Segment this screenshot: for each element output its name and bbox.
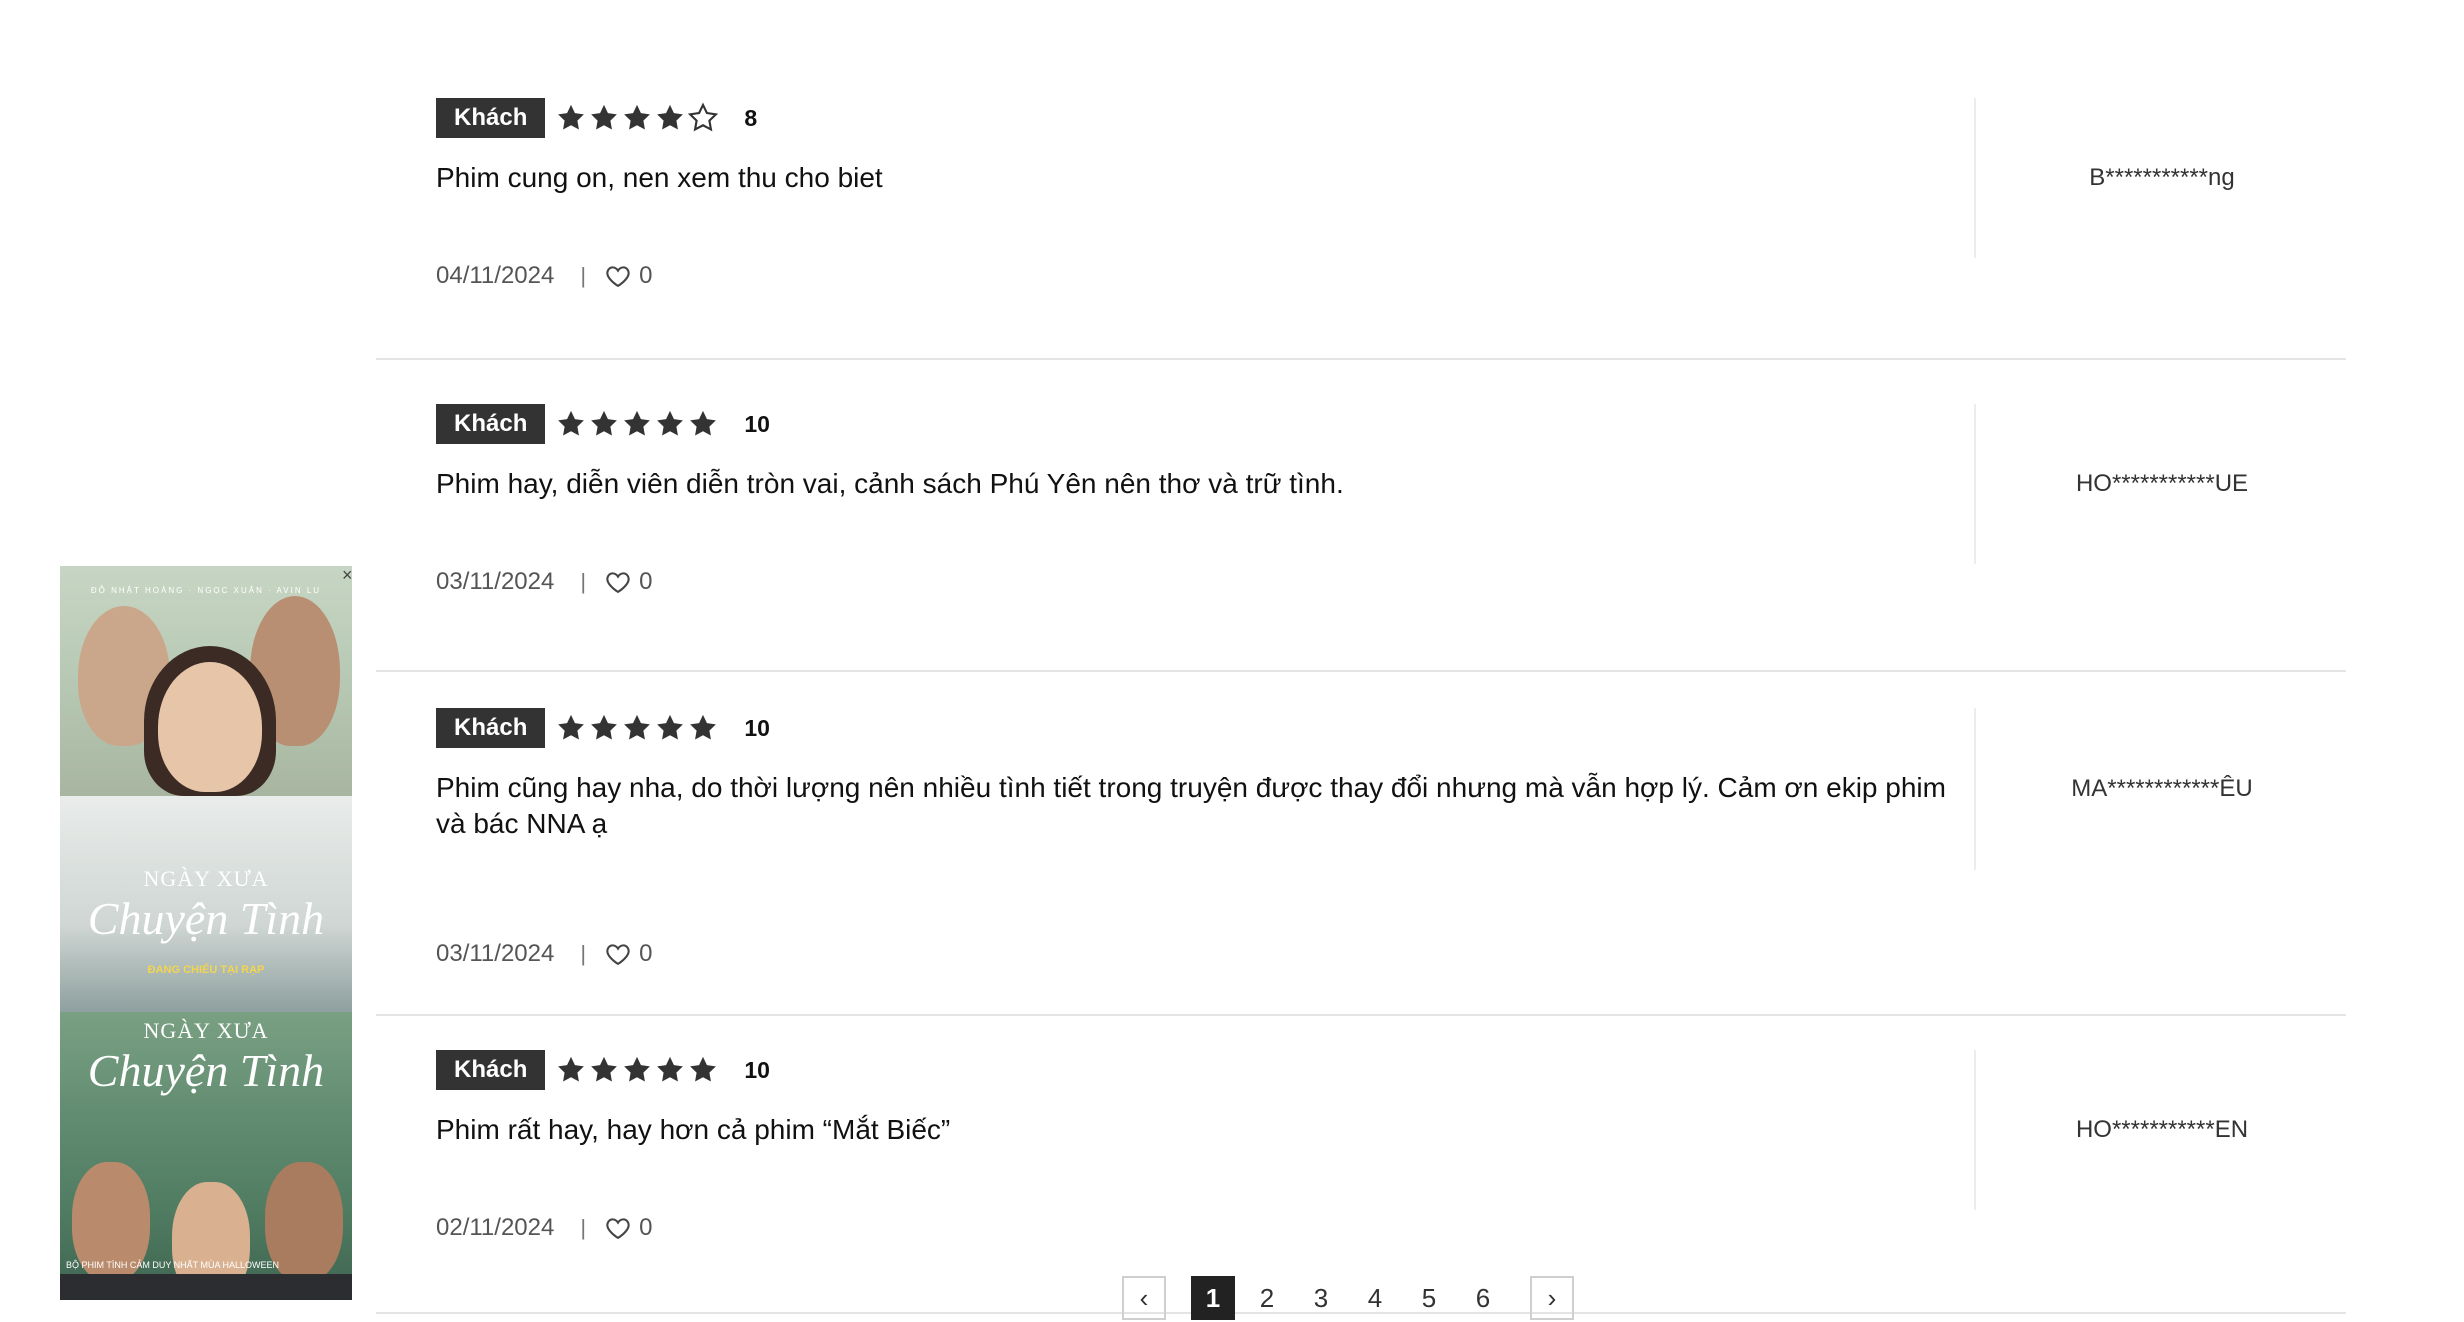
review-date: 02/11/2024 <box>436 1214 555 1241</box>
heart-icon <box>604 568 639 596</box>
star-filled-icon <box>555 102 587 134</box>
reviewer-name: HO***********UE <box>1974 404 2348 564</box>
poster-title-script: Chuyện Tình <box>87 893 325 944</box>
poster-title: NGÀY XƯA Chuyện Tình <box>60 1018 352 1094</box>
poster-actress-face <box>158 662 262 792</box>
next-page-button[interactable]: › <box>1530 1276 1574 1320</box>
poster-title-script: Chuyện Tình <box>87 1045 325 1096</box>
like-button[interactable]: 0 <box>604 940 652 968</box>
page-number-list: 123456 <box>1186 1276 1510 1320</box>
star-filled-icon <box>588 102 620 134</box>
star-filled-icon <box>588 712 620 744</box>
review-meta: 02/11/2024 | 0 <box>436 1214 652 1242</box>
like-button[interactable]: 0 <box>604 568 652 596</box>
review-meta: 03/11/2024 | 0 <box>436 568 652 596</box>
star-empty-icon <box>687 102 719 134</box>
review-header: Khách 10 <box>436 404 770 444</box>
side-poster-banner[interactable]: ĐỖ NHẬT HOÀNG · NGỌC XUÂN · AVIN LU NGÀY… <box>60 566 352 1300</box>
rating-score: 10 <box>744 1056 770 1083</box>
review-item: Khách 10 Phim hay, diễn viên diễn tròn vai… <box>376 368 2346 672</box>
rating-score: 10 <box>744 714 770 741</box>
guest-badge: Khách <box>436 708 546 748</box>
poster-bottom-strip <box>60 1274 352 1300</box>
meta-divider: | <box>580 263 587 288</box>
rating-stars <box>555 408 720 440</box>
heart-icon <box>604 262 639 290</box>
page-number-3[interactable]: 3 <box>1299 1276 1343 1320</box>
review-meta: 03/11/2024 | 0 <box>436 940 652 968</box>
reviewer-name: HO***********EN <box>1974 1050 2348 1210</box>
star-filled-icon <box>654 712 686 744</box>
star-filled-icon <box>555 712 587 744</box>
page-number-4[interactable]: 4 <box>1353 1276 1397 1320</box>
page-number-1[interactable]: 1 <box>1191 1276 1235 1320</box>
guest-badge: Khách <box>436 404 546 444</box>
star-filled-icon <box>654 1054 686 1086</box>
review-text: Phim hay, diễn viên diễn tròn vai, cảnh … <box>436 468 1344 499</box>
rating-stars <box>555 102 720 134</box>
star-filled-icon <box>687 1054 719 1086</box>
poster-title: NGÀY XƯA Chuyện Tình <box>60 866 352 942</box>
meta-divider: | <box>580 941 587 966</box>
review-header: Khách 8 <box>436 98 757 138</box>
page-number-5[interactable]: 5 <box>1407 1276 1451 1320</box>
meta-divider: | <box>580 1215 587 1240</box>
poster-credit-text: ĐỖ NHẬT HOÀNG · NGỌC XUÂN · AVIN LU <box>90 586 322 595</box>
guest-badge: Khách <box>436 1050 546 1090</box>
star-filled-icon <box>687 712 719 744</box>
star-filled-icon <box>588 408 620 440</box>
star-filled-icon <box>654 102 686 134</box>
review-text: Phim rất hay, hay hơn cả phim “Mắt Biếc” <box>436 1114 951 1145</box>
reviewer-name: MA************ÊU <box>1974 708 2348 870</box>
star-filled-icon <box>621 712 653 744</box>
rating-score: 10 <box>744 410 770 437</box>
poster-title-small: NGÀY XƯA <box>143 1018 269 1043</box>
poster-tagline: ĐANG CHIẾU TẠI RẠP <box>147 964 265 976</box>
review-header: Khách 10 <box>436 1050 770 1090</box>
star-filled-icon <box>621 102 653 134</box>
page-number-6[interactable]: 6 <box>1461 1276 1505 1320</box>
star-filled-icon <box>621 1054 653 1086</box>
like-count: 0 <box>639 940 653 967</box>
prev-page-button[interactable]: ‹ <box>1122 1276 1166 1320</box>
meta-divider: | <box>580 569 587 594</box>
star-filled-icon <box>555 1054 587 1086</box>
movie-poster-top[interactable]: ĐỖ NHẬT HOÀNG · NGỌC XUÂN · AVIN LU NGÀY… <box>60 566 352 1012</box>
review-meta: 04/11/2024 | 0 <box>436 262 652 290</box>
rating-score: 8 <box>744 104 758 131</box>
reviewer-name: B***********ng <box>1974 98 2348 258</box>
like-button[interactable]: 0 <box>604 1214 652 1242</box>
review-item: Khách 8 Phim cung on, nen xem thu cho biet… <box>376 62 2346 360</box>
review-item: Khách 10 Phim rất hay, hay hơn cả phim “Mắ… <box>376 1014 2346 1314</box>
rating-stars <box>555 1054 720 1086</box>
close-icon[interactable]: × <box>342 566 358 586</box>
like-count: 0 <box>639 1214 653 1241</box>
pagination: ‹ 123456 › <box>1122 1274 1574 1322</box>
page-number-2[interactable]: 2 <box>1245 1276 1289 1320</box>
rating-stars <box>555 712 720 744</box>
guest-badge: Khách <box>436 98 546 138</box>
review-date: 03/11/2024 <box>436 568 555 595</box>
reviews-page: ĐỖ NHẬT HOÀNG · NGỌC XUÂN · AVIN LU NGÀY… <box>0 0 2464 1320</box>
star-filled-icon <box>621 408 653 440</box>
review-date: 03/11/2024 <box>436 940 555 967</box>
review-text: Phim cung on, nen xem thu cho biet <box>436 162 883 193</box>
review-header: Khách 10 <box>436 708 770 748</box>
review-text: Phim cũng hay nha, do thời lượng nên nhi… <box>436 772 1946 839</box>
poster-title-small: NGÀY XƯA <box>143 866 269 891</box>
like-count: 0 <box>639 262 653 289</box>
star-filled-icon <box>555 408 587 440</box>
poster-bottom-text: BỘ PHIM TÌNH CẢM DUY NHẤT MÙA HALLOWEEN <box>66 1260 280 1270</box>
star-filled-icon <box>588 1054 620 1086</box>
star-filled-icon <box>687 408 719 440</box>
movie-poster-bottom[interactable]: NGÀY XƯA Chuyện Tình BỘ PHIM TÌNH CẢM DU… <box>60 1012 352 1300</box>
review-date: 04/11/2024 <box>436 262 555 289</box>
like-button[interactable]: 0 <box>604 262 652 290</box>
review-item: Khách 10 Phim cũng hay nha, do thời lượng … <box>376 672 2346 1016</box>
heart-icon <box>604 1214 639 1242</box>
like-count: 0 <box>639 568 653 595</box>
star-filled-icon <box>654 408 686 440</box>
heart-icon <box>604 940 639 968</box>
